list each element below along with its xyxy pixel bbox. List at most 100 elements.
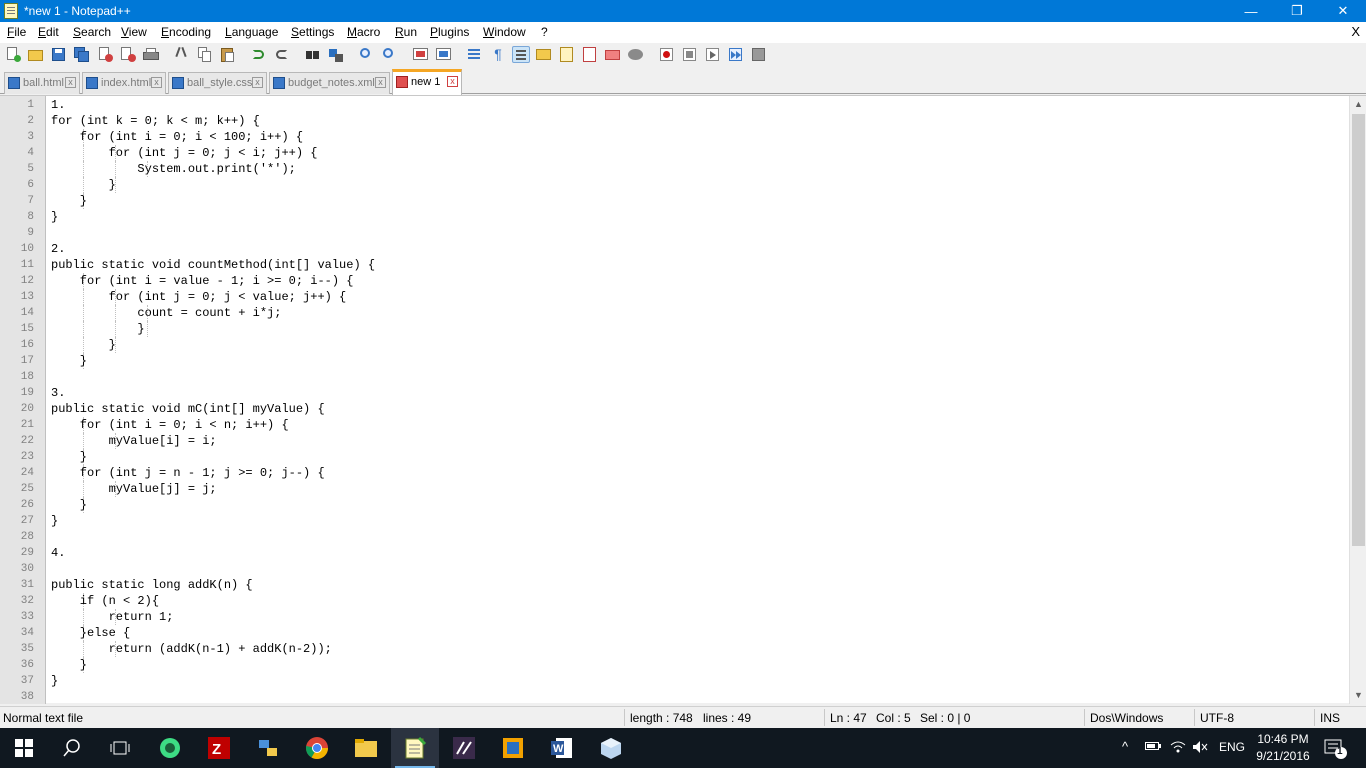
code-text[interactable]: if (n < 2){ [51,593,159,609]
tab-close-icon[interactable]: x [375,77,386,88]
code-text[interactable]: 3. [51,385,65,401]
editor-area[interactable]: 1 1. 2 for (int k = 0; k < m; k++) {3 for (… [0,95,1366,704]
cut-icon[interactable] [173,46,191,63]
tab-new-1[interactable]: new 1 x [392,69,462,95]
clock-date[interactable]: 9/21/2016 [1253,749,1313,763]
code-text[interactable]: }else { [51,625,130,641]
show-all-characters-icon[interactable]: ¶ [489,46,507,63]
zoom-in-icon[interactable] [358,46,376,63]
virtual-machine-taskbar-icon[interactable] [489,728,537,768]
code-text[interactable]: for (int j = 0; j < i; j++) { [51,145,318,161]
playback-icon[interactable] [704,46,722,63]
menu-file[interactable]: File [7,25,26,39]
redo-icon[interactable] [273,46,291,63]
code-text[interactable]: 2. [51,241,65,257]
code-text[interactable]: myValue[i] = i; [51,433,217,449]
find-icon[interactable] [304,46,322,63]
sync-vertical-icon[interactable] [412,46,430,63]
close-button[interactable]: ✕ [1320,0,1366,22]
code-text[interactable]: for (int i = 0; i < n; i++) { [51,417,289,433]
tab-index-html[interactable]: index.html x [82,72,166,94]
menu-run[interactable]: Run [395,25,417,39]
code-text[interactable]: } [51,177,116,193]
code-text[interactable]: return 1; [51,609,174,625]
code-text[interactable]: for (int k = 0; k < m; k++) { [51,113,260,129]
start-button[interactable] [0,728,48,768]
code-text[interactable]: } [51,321,144,337]
stop-recording-icon[interactable] [681,46,699,63]
code-text[interactable]: 4. [51,545,65,561]
scroll-up-icon[interactable]: ▲ [1350,96,1366,113]
tab-close-icon[interactable]: x [65,77,76,88]
action-center-button[interactable]: 1 [1324,738,1348,763]
tab-close-icon[interactable]: x [252,77,263,88]
scrollbar-thumb[interactable] [1352,114,1365,546]
function-list-icon[interactable] [581,46,599,63]
input-language[interactable]: ENG [1219,740,1245,754]
menu-language[interactable]: Language [225,25,278,39]
word-wrap-icon[interactable] [466,46,484,63]
code-text[interactable]: for (int i = value - 1; i >= 0; i--) { [51,273,354,289]
run-macro-multiple-icon[interactable] [727,46,745,63]
code-text[interactable]: for (int j = n - 1; j >= 0; j--) { [51,465,325,481]
code-text[interactable]: 1. [51,97,65,113]
chrome-taskbar-icon[interactable] [293,728,341,768]
vertical-scrollbar[interactable]: ▲ ▼ [1349,96,1366,704]
code-text[interactable]: for (int i = 0; i < 100; i++) { [51,129,303,145]
scroll-down-icon[interactable]: ▼ [1350,687,1366,704]
start-recording-icon[interactable] [658,46,676,63]
task-view-button[interactable] [96,728,144,768]
document-map-icon[interactable] [558,46,576,63]
volume-muted-icon[interactable] [1192,740,1208,757]
sync-horizontal-icon[interactable] [435,46,453,63]
menu-encoding[interactable]: Encoding [161,25,211,39]
code-text[interactable]: count = count + i*j; [51,305,281,321]
tab-close-icon[interactable]: x [151,77,162,88]
word-taskbar-icon[interactable]: W [538,728,586,768]
code-text[interactable]: } [51,673,58,689]
user-defined-language-icon[interactable] [535,46,553,63]
tab-budget-notes-xml[interactable]: budget_notes.xml x [269,72,390,94]
code-text[interactable]: } [51,449,87,465]
code-text[interactable]: } [51,513,58,529]
folder-as-workspace-icon[interactable] [604,46,622,63]
tab-ball-html[interactable]: ball.html x [4,72,80,94]
notepad-plus-plus-taskbar-icon[interactable] [391,728,439,768]
new-file-icon[interactable] [4,46,22,63]
indent-guide-icon[interactable] [512,46,530,63]
menu-macro[interactable]: Macro [347,25,380,39]
save-macro-icon[interactable] [750,46,768,63]
monitoring-icon[interactable] [627,46,645,63]
zoom-out-icon[interactable] [381,46,399,63]
file-explorer-taskbar-icon[interactable] [342,728,390,768]
close-document-button[interactable]: X [1351,24,1360,39]
code-text[interactable]: public static void countMethod(int[] val… [51,257,375,273]
code-text[interactable]: } [51,337,116,353]
menu-view[interactable]: View [121,25,147,39]
save-icon[interactable] [50,46,68,63]
paste-icon[interactable] [219,46,237,63]
copy-icon[interactable] [196,46,214,63]
show-hidden-icons-icon[interactable]: ^ [1122,739,1128,754]
code-text[interactable]: System.out.print('*'); [51,161,295,177]
code-text[interactable]: return (addK(n-1) + addK(n-2)); [51,641,332,657]
menu-edit[interactable]: Edit [38,25,59,39]
clock-time[interactable]: 10:46 PM [1257,732,1309,746]
tab-ball-style-css[interactable]: ball_style.css x [168,72,267,94]
save-all-icon[interactable] [73,46,91,63]
close-file-icon[interactable] [96,46,114,63]
menu-search[interactable]: Search [73,25,111,39]
menu-help[interactable]: ? [541,25,548,39]
tab-close-icon[interactable]: x [447,76,458,87]
code-text[interactable]: for (int j = 0; j < value; j++) { [51,289,347,305]
print-icon[interactable] [142,46,160,63]
minimize-button[interactable]: — [1228,0,1274,22]
filezilla-taskbar-icon[interactable]: Z [195,728,243,768]
undo-icon[interactable] [250,46,268,63]
battery-icon[interactable] [1145,740,1161,755]
box-app-taskbar-icon[interactable] [587,728,635,768]
android-studio-taskbar-icon[interactable] [146,728,194,768]
menu-settings[interactable]: Settings [291,25,334,39]
code-text[interactable]: public static void mC(int[] myValue) { [51,401,325,417]
code-text[interactable]: } [51,497,87,513]
